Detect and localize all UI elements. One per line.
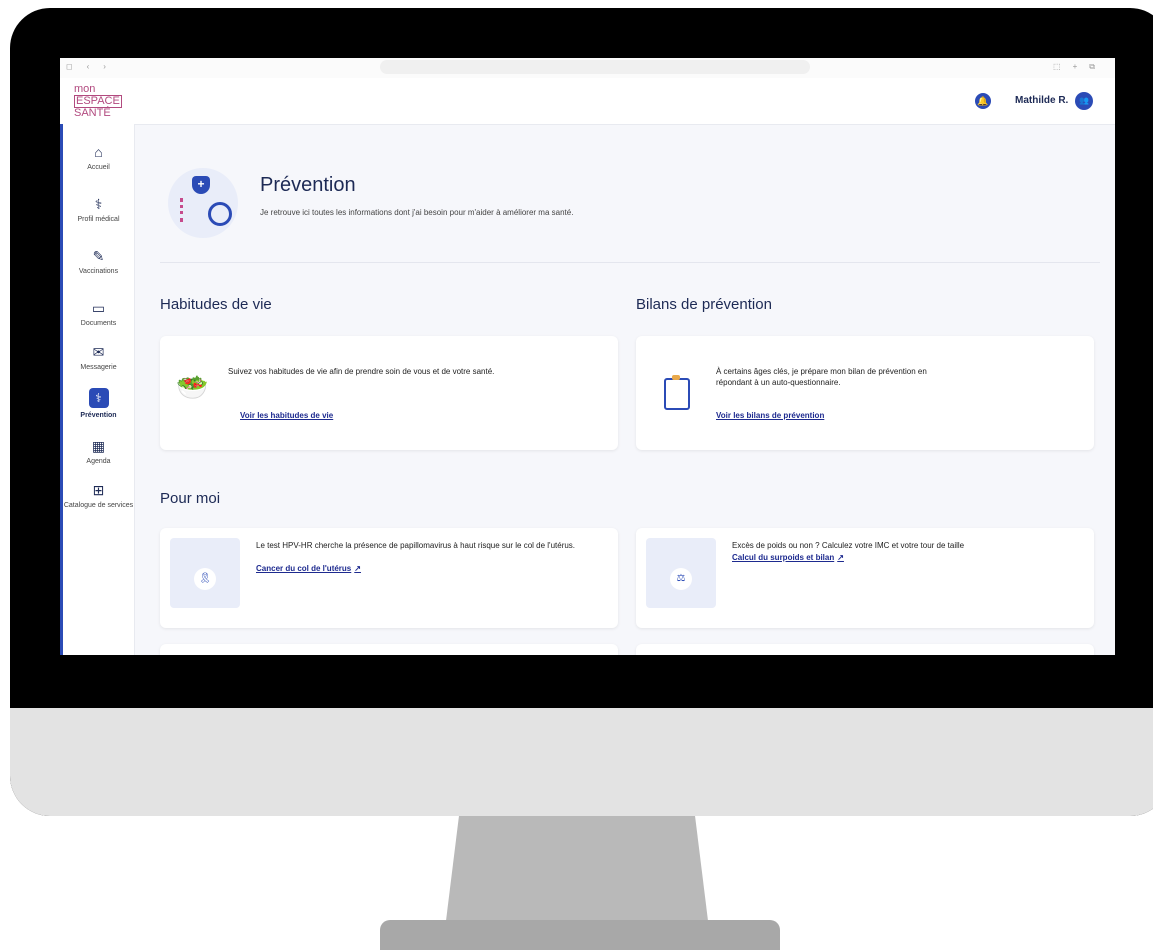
sidebar-item-label: Accueil (87, 164, 110, 171)
sidebar-item-label: Catalogue de services (63, 502, 134, 509)
card-habitudes: 🥗 Suivez vos habitudes de vie afin de pr… (160, 336, 618, 450)
browser-toolbar: ◻‹› ⬚+⧉ (60, 58, 1115, 79)
card-text: Suivez vos habitudes de vie afin de pren… (228, 367, 495, 376)
calendar-icon: ▦ (91, 438, 106, 454)
checklist-icon (180, 198, 203, 222)
stethoscope-icon: ⚕ (88, 388, 109, 408)
sidebar-item-agenda[interactable]: ▦ Agenda (63, 438, 134, 466)
sidebar-item-label: Messagerie (80, 364, 117, 371)
link-cancer-col[interactable]: Cancer du col de l'utérus ↗ (256, 564, 361, 573)
folder-icon: ▭ (91, 300, 106, 316)
screen: ◻‹› ⬚+⧉ mon ESPACE SANTÉ 🔔 Mathilde R. 👥… (60, 58, 1115, 655)
clipboard-icon (664, 375, 690, 410)
ribbon-icon: 🎗 (194, 568, 216, 590)
scale-icon: ⚖ (670, 568, 692, 590)
link-bilans[interactable]: Voir les bilans de prévention (716, 411, 824, 420)
sidebar-item-profil-medical[interactable]: ⚕ Profil médical (63, 196, 134, 224)
sidebar-item-label: Prévention (80, 412, 117, 419)
external-link-icon: ↗ (354, 564, 361, 573)
link-label: Calcul du surpoids et bilan (732, 553, 835, 562)
browser-nav-icons[interactable]: ◻‹› (66, 62, 120, 71)
grid-icon: ⊞ (92, 482, 105, 498)
logo-line-3: SANTÉ (74, 107, 111, 119)
section-title-habitudes: Habitudes de vie (160, 296, 272, 313)
logo-line-1: mon (74, 83, 96, 95)
card-bilans: À certains âges clés, je prépare mon bil… (636, 336, 1094, 450)
page-subtitle: Je retrouve ici toutes les informations … (260, 208, 574, 217)
card-text: Excès de poids ou non ? Calculez votre I… (732, 541, 965, 550)
sidebar-item-label: Agenda (86, 458, 111, 465)
shield-icon: + (192, 176, 210, 194)
card-cancer-col: 🎗 Le test HPV-HR cherche la présence de … (160, 528, 618, 628)
app-header: mon ESPACE SANTÉ 🔔 Mathilde R. 👥 (60, 78, 1115, 125)
envelope-icon: ✉ (92, 344, 105, 360)
card-illustration: 🎗 (170, 538, 240, 608)
mon-espace-sante-logo[interactable]: mon ESPACE SANTÉ (74, 83, 122, 120)
home-icon: ⌂ (94, 144, 103, 160)
sidebar-item-accueil[interactable]: ⌂ Accueil (63, 144, 134, 172)
sidebar-item-label: Documents (80, 320, 117, 327)
link-label: Cancer du col de l'utérus (256, 564, 352, 573)
monitor-stand-base (380, 920, 780, 950)
sidebar-item-label: Vaccinations (78, 268, 119, 275)
profile-icon: ⚕ (94, 196, 103, 212)
card-text: Le test HPV-HR cherche la présence de pa… (256, 541, 576, 550)
page-title: Prévention (260, 174, 356, 196)
card-partial (636, 644, 1094, 655)
avatar[interactable]: 👥 (1075, 92, 1093, 110)
sidebar-item-prevention[interactable]: ⚕ Prévention (63, 388, 134, 420)
section-title-bilans: Bilans de prévention (636, 296, 772, 313)
sidebar-item-documents[interactable]: ▭ Documents (63, 300, 134, 328)
syringe-icon: ✎ (92, 248, 105, 264)
link-surpoids[interactable]: Calcul du surpoids et bilan ↗ (732, 553, 844, 562)
magnifier-icon (208, 202, 232, 226)
notification-bell-icon[interactable]: 🔔 (975, 93, 991, 109)
monitor-chin (10, 708, 1153, 816)
sidebar-item-catalogue[interactable]: ⊞ Catalogue de services (63, 482, 134, 510)
divider (160, 262, 1100, 263)
sidebar-item-messagerie[interactable]: ✉ Messagerie (63, 344, 134, 372)
food-basket-icon: 🥗 (176, 372, 209, 402)
card-illustration: ⚖ (646, 538, 716, 608)
sidebar-item-label: Profil médical (77, 216, 120, 223)
link-habitudes[interactable]: Voir les habitudes de vie (240, 411, 333, 420)
prevention-hero-icon: + (168, 168, 238, 238)
card-text: À certains âges clés, je prépare mon bil… (716, 367, 927, 387)
address-bar[interactable] (380, 60, 810, 74)
sidebar: ⌂ Accueil ⚕ Profil médical ✎ Vaccination… (60, 124, 135, 655)
user-name[interactable]: Mathilde R. (1015, 95, 1068, 106)
card-partial (160, 644, 618, 655)
section-title-pour-moi: Pour moi (160, 490, 221, 507)
sidebar-item-vaccinations[interactable]: ✎ Vaccinations (63, 248, 134, 276)
external-link-icon: ↗ (837, 553, 844, 562)
card-surpoids: ⚖ Excès de poids ou non ? Calculez votre… (636, 528, 1094, 628)
browser-action-icons[interactable]: ⬚+⧉ (1053, 62, 1107, 72)
